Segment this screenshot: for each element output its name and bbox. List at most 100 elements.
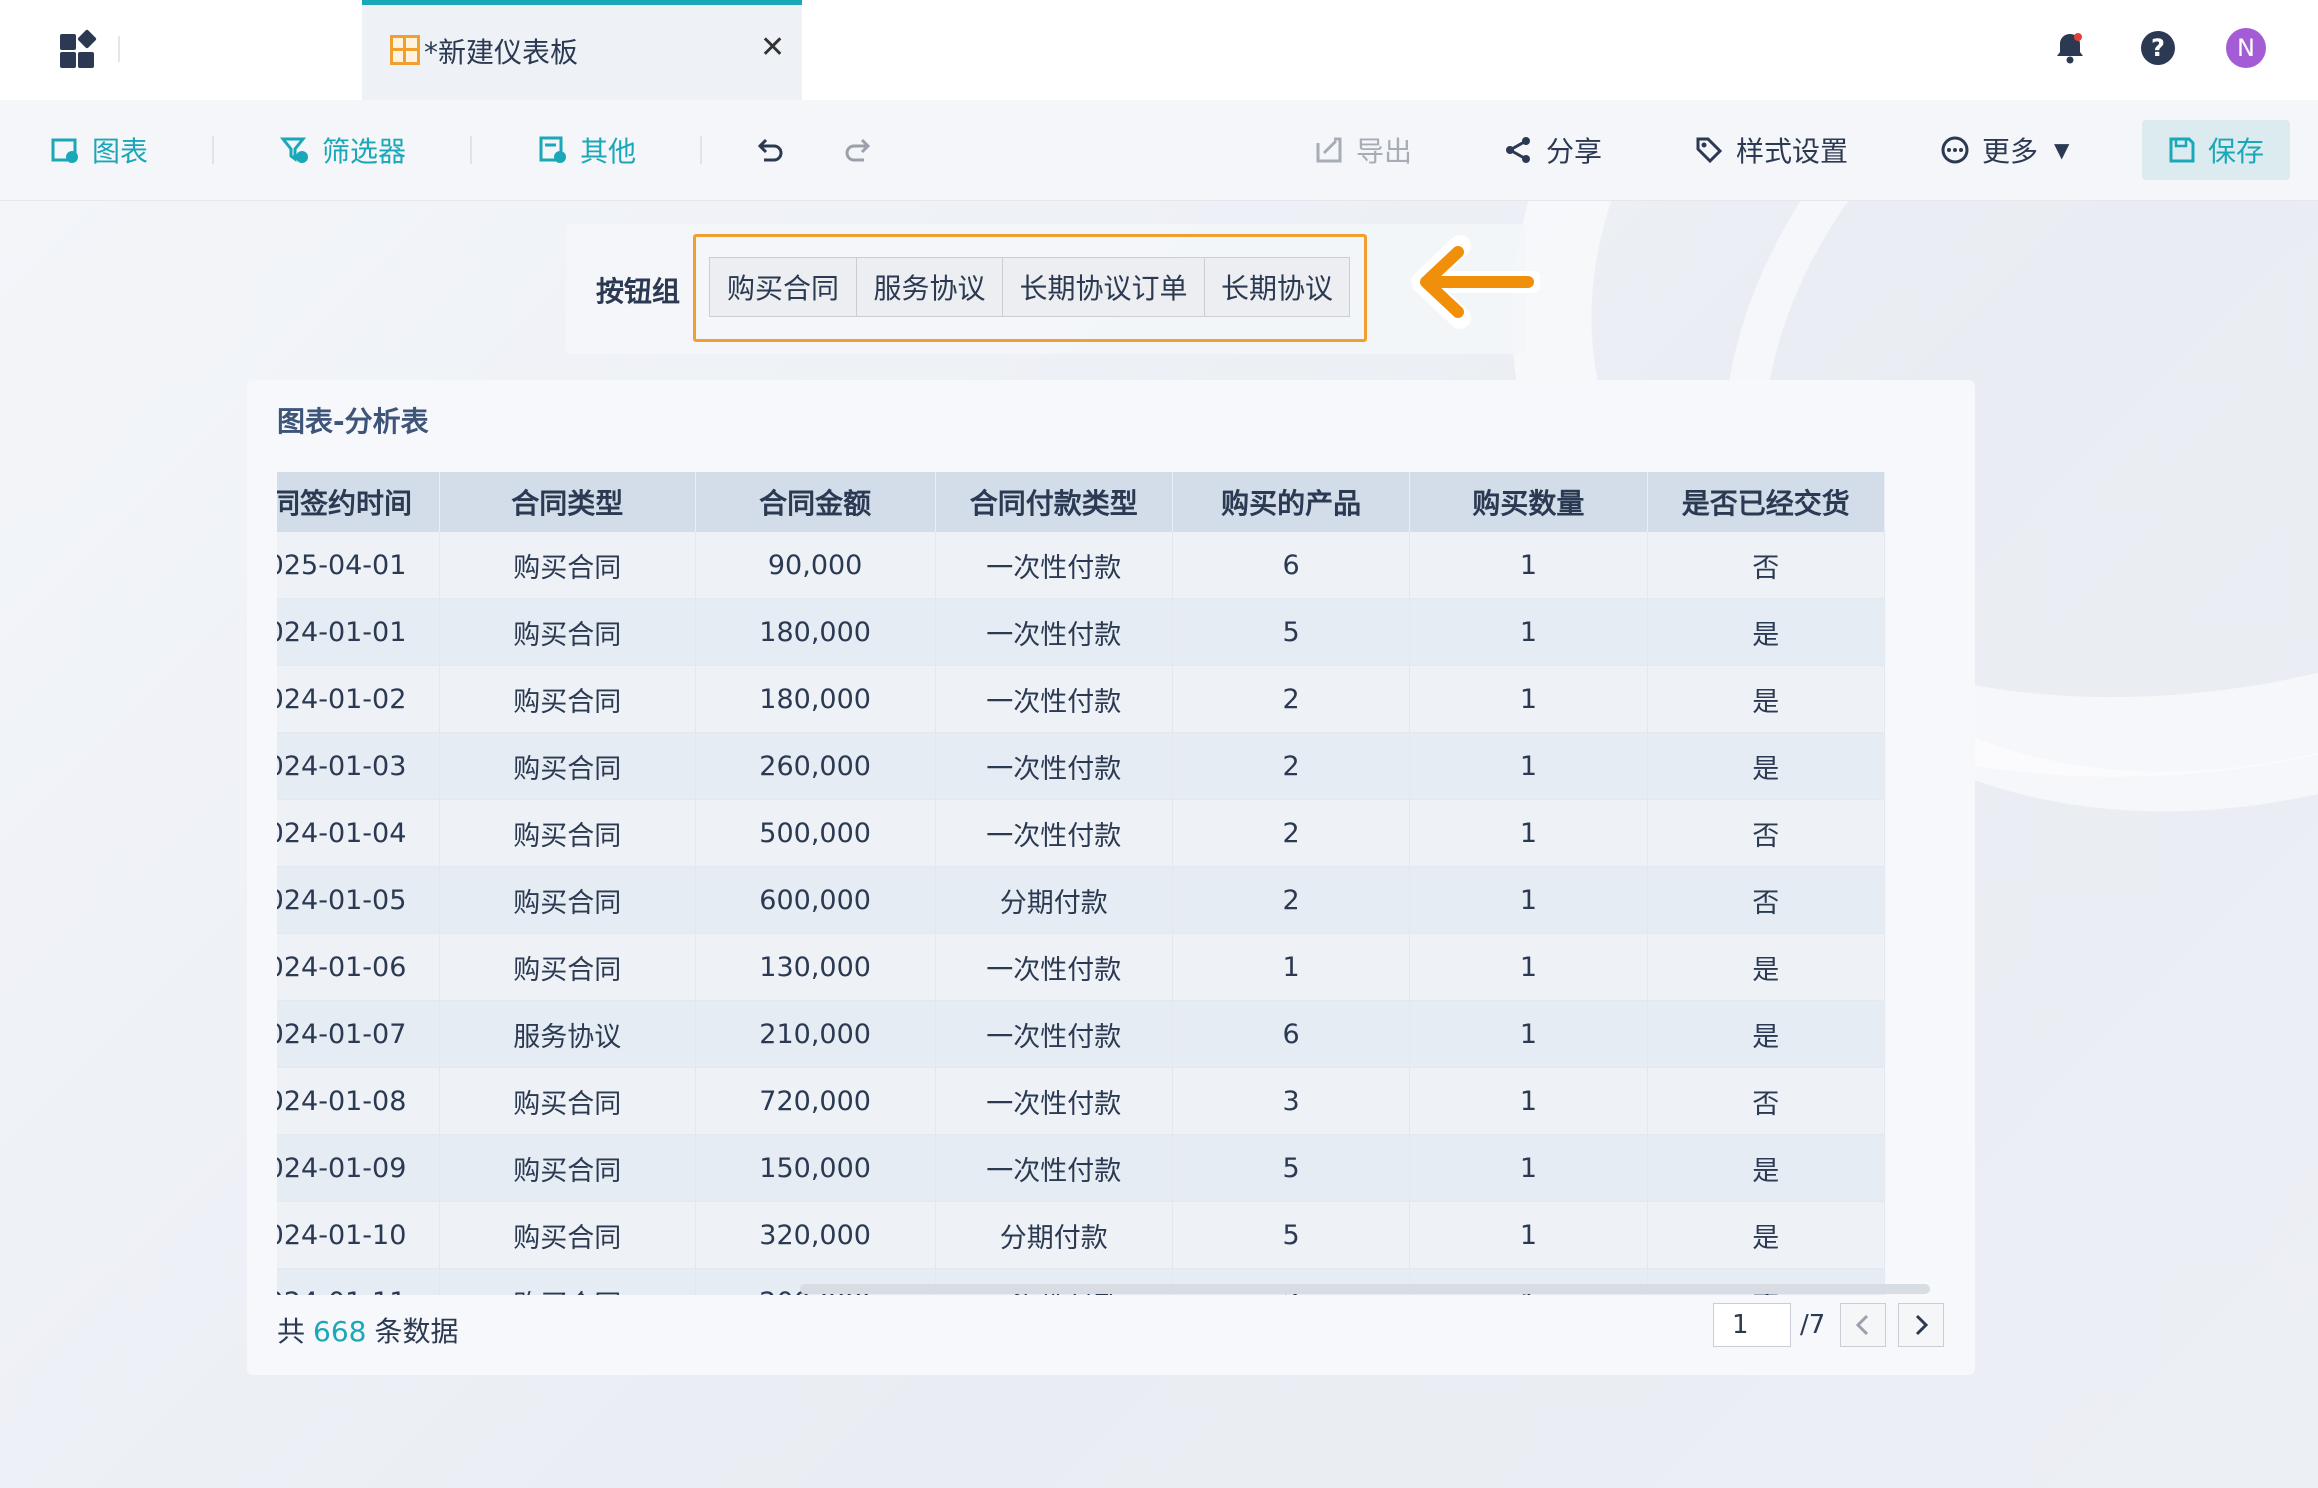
table-cell: 2024-01-09 xyxy=(277,1134,440,1202)
button-purchase-contract[interactable]: 购买合同 xyxy=(709,257,857,317)
redo-icon[interactable] xyxy=(840,132,876,168)
other-button-label: 其他 xyxy=(580,135,637,168)
record-count-number: 668 xyxy=(313,1315,367,1348)
table-cell: 6 xyxy=(1172,1000,1411,1068)
widget-add-icon xyxy=(539,136,566,163)
filter-button[interactable]: 筛选器 xyxy=(280,130,406,170)
app-menu-icon[interactable] xyxy=(56,29,97,70)
table-cell: 是 xyxy=(1647,665,1886,733)
horizontal-scrollbar[interactable] xyxy=(800,1284,1930,1294)
bell-icon[interactable] xyxy=(2050,28,2090,68)
divider xyxy=(700,136,702,164)
table-row[interactable]: 2024-01-08购买合同720,000一次性付款31否 xyxy=(277,1067,1886,1135)
record-count: 共 668 条数据 xyxy=(277,1310,458,1350)
next-page-button[interactable] xyxy=(1898,1303,1944,1347)
table-cell: 2024-01-05 xyxy=(277,866,440,934)
table-row[interactable]: 2024-01-05购买合同600,000分期付款21否 xyxy=(277,866,1886,934)
table-cell: 500,000 xyxy=(695,799,936,867)
table-cell: 1 xyxy=(1409,598,1648,666)
help-icon[interactable]: ? xyxy=(2138,28,2178,68)
table-viewport[interactable]: 合同签约时间 合同类型 合同金额 合同付款类型 购买的产品 购买数量 是否已经交… xyxy=(277,472,1945,1295)
table-cell: 分期付款 xyxy=(935,866,1173,934)
table-cell: 2024-01-01 xyxy=(277,598,440,666)
table-row[interactable]: 2025-04-01购买合同90,000一次性付款61否 xyxy=(277,532,1886,599)
column-header[interactable]: 购买的产品 xyxy=(1172,472,1411,532)
table-cell: 是 xyxy=(1647,1134,1886,1202)
close-icon[interactable]: ✕ xyxy=(760,33,785,63)
table-cell: 购买合同 xyxy=(439,665,696,733)
undo-icon[interactable] xyxy=(752,132,788,168)
table-cell: 1 xyxy=(1409,799,1648,867)
save-button[interactable]: 保存 xyxy=(2142,120,2290,180)
save-button-label: 保存 xyxy=(2207,135,2264,168)
table-cell: 2 xyxy=(1172,732,1411,800)
table-cell: 购买合同 xyxy=(439,866,696,934)
column-header[interactable]: 合同签约时间 xyxy=(277,472,440,532)
button-service-agreement[interactable]: 服务协议 xyxy=(856,257,1003,317)
table-cell: 150,000 xyxy=(695,1134,936,1202)
share-button[interactable]: 分享 xyxy=(1504,130,1602,170)
style-settings-label: 样式设置 xyxy=(1736,135,1849,168)
table-cell: 2 xyxy=(1172,799,1411,867)
table-cell: 否 xyxy=(1647,799,1886,867)
table-cell: 90,000 xyxy=(695,532,936,599)
record-count-suffix: 条数据 xyxy=(374,1315,459,1348)
table-cell: 一次性付款 xyxy=(935,665,1173,733)
divider xyxy=(118,36,120,62)
table-cell: 1 xyxy=(1172,933,1411,1001)
table-cell: 一次性付款 xyxy=(935,799,1173,867)
table-row[interactable]: 2024-01-01购买合同180,000一次性付款51是 xyxy=(277,598,1886,666)
table-row[interactable]: 2024-01-03购买合同260,000一次性付款21是 xyxy=(277,732,1886,800)
table-cell: 5 xyxy=(1172,598,1411,666)
table-cell: 2024-01-11 xyxy=(277,1268,440,1295)
table-cell: 210,000 xyxy=(695,1000,936,1068)
column-header[interactable]: 购买数量 xyxy=(1409,472,1648,532)
table-row[interactable]: 2024-01-02购买合同180,000一次性付款21是 xyxy=(277,665,1886,733)
table-cell: 否 xyxy=(1647,866,1886,934)
other-button[interactable]: 其他 xyxy=(538,130,636,170)
table-row[interactable]: 2024-01-06购买合同130,000一次性付款11是 xyxy=(277,933,1886,1001)
table-cell: 是 xyxy=(1647,598,1886,666)
table-row[interactable]: 2024-01-07服务协议210,000一次性付款61是 xyxy=(277,1000,1886,1068)
table-row[interactable]: 2024-01-10购买合同320,000分期付款51是 xyxy=(277,1201,1886,1269)
table-row[interactable]: 2024-01-09购买合同150,000一次性付款51是 xyxy=(277,1134,1886,1202)
share-button-label: 分享 xyxy=(1546,135,1603,168)
table-cell: 1 xyxy=(1409,1134,1648,1202)
chevron-right-icon xyxy=(1915,1314,1929,1336)
export-button[interactable]: 导出 xyxy=(1314,130,1412,170)
column-header[interactable]: 合同类型 xyxy=(439,472,696,532)
style-settings-button[interactable]: 样式设置 xyxy=(1694,130,1848,170)
table-cell: 1 xyxy=(1409,866,1648,934)
table-row[interactable]: 2024-01-04购买合同500,000一次性付款21否 xyxy=(277,799,1886,867)
prev-page-button[interactable] xyxy=(1840,1303,1886,1347)
more-button[interactable]: 更多 ▼ xyxy=(1940,130,2069,170)
table-cell: 1 xyxy=(1409,532,1648,599)
column-header[interactable]: 是否已经交货 xyxy=(1647,472,1886,532)
button-long-term-order[interactable]: 长期协议订单 xyxy=(1002,257,1205,317)
table-cell: 320,000 xyxy=(695,1201,936,1269)
tab-new-dashboard[interactable]: *新建仪表板 ✕ xyxy=(362,0,802,100)
column-header[interactable]: 合同付款类型 xyxy=(935,472,1173,532)
table-cell: 购买合同 xyxy=(439,732,696,800)
table-cell: 购买合同 xyxy=(439,933,696,1001)
table-cell: 2 xyxy=(1172,665,1411,733)
column-header[interactable]: 合同金额 xyxy=(695,472,936,532)
avatar[interactable]: N xyxy=(2226,28,2266,68)
chart-button[interactable]: 图表 xyxy=(50,130,148,170)
page-input[interactable]: 1 xyxy=(1713,1303,1791,1347)
table-cell: 2024-01-07 xyxy=(277,1000,440,1068)
filter-button-label: 筛选器 xyxy=(322,135,407,168)
more-icon xyxy=(1941,136,1969,164)
chart-add-icon xyxy=(51,138,78,163)
table-cell: 分期付款 xyxy=(935,1201,1173,1269)
export-icon xyxy=(1316,137,1342,163)
table-cell: 2024-01-06 xyxy=(277,933,440,1001)
table-cell: 购买合同 xyxy=(439,1268,696,1295)
analysis-table: 合同签约时间 合同类型 合同金额 合同付款类型 购买的产品 购买数量 是否已经交… xyxy=(277,472,1886,1295)
table-cell: 购买合同 xyxy=(439,1201,696,1269)
top-bar: *新建仪表板 ✕ ? N xyxy=(0,0,2318,100)
table-cell: 是 xyxy=(1647,1000,1886,1068)
chevron-left-icon xyxy=(1855,1314,1869,1336)
table-cell: 一次性付款 xyxy=(935,1000,1173,1068)
button-long-term-agreement[interactable]: 长期协议 xyxy=(1204,257,1350,317)
